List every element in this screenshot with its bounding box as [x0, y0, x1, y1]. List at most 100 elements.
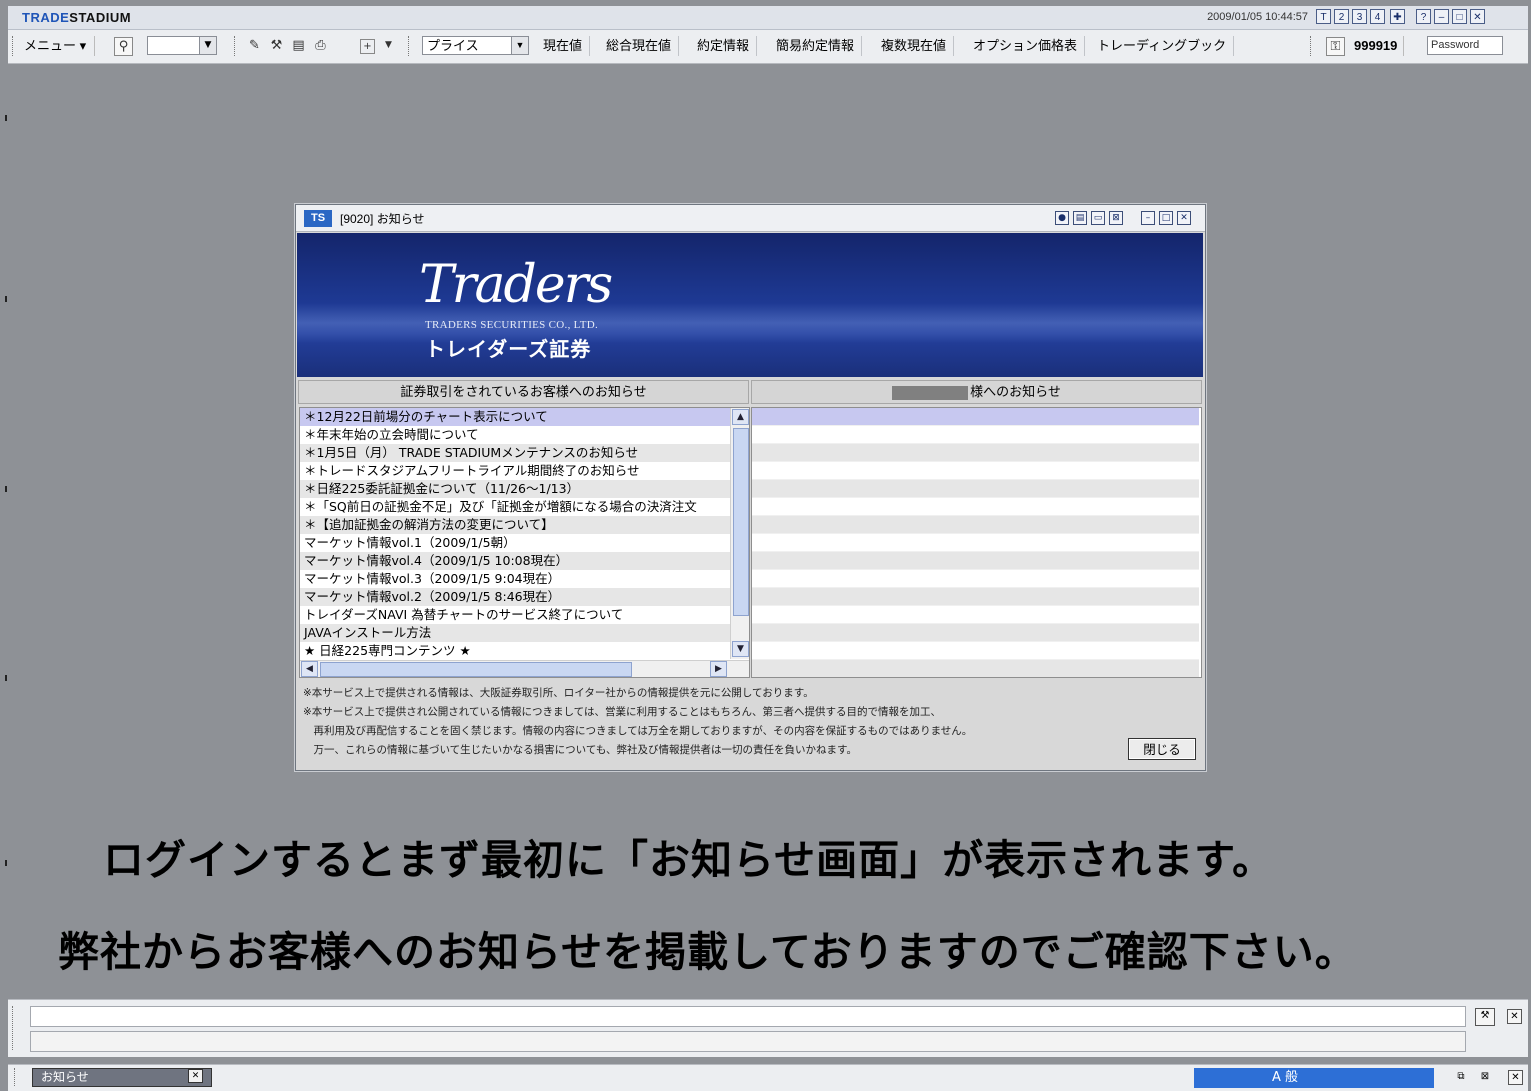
list-item[interactable]: ＊トレードスタジアムフリートライアル期間終了のお知らせ [300, 462, 730, 480]
maximize-icon[interactable]: □ [1452, 9, 1467, 24]
ime-toolbar[interactable]: A 般 [1194, 1068, 1434, 1088]
list-item[interactable] [752, 480, 1199, 498]
dialog-option-icon[interactable]: ● [1055, 211, 1069, 225]
window-layout-button-2[interactable]: 2 [1334, 9, 1349, 24]
code-select[interactable]: ▼ [147, 36, 217, 55]
list-item[interactable] [752, 624, 1199, 642]
toolbar-item-option-table[interactable]: オプション価格表 [966, 36, 1086, 56]
window-layout-button-3[interactable]: 3 [1352, 9, 1367, 24]
list-item[interactable] [752, 552, 1199, 570]
dialog-pin-icon[interactable]: ⊠ [1109, 211, 1123, 225]
minimize-icon[interactable]: – [1434, 9, 1449, 24]
list-item[interactable] [752, 534, 1199, 552]
help-icon[interactable]: ? [1416, 9, 1431, 24]
edge-mark [5, 675, 7, 681]
dialog-close-icon[interactable]: ✕ [1177, 211, 1191, 225]
edit-icon[interactable]: ✎ [246, 37, 263, 54]
list-item[interactable]: トレイダーズNAVI 為替チャートのサービス終了について [300, 606, 730, 624]
window-layout-button-4[interactable]: 4 [1370, 9, 1385, 24]
command-input-2[interactable] [30, 1031, 1466, 1052]
list-item[interactable] [752, 606, 1199, 624]
brand-part2: STADIUM [69, 10, 132, 25]
lock-icon[interactable]: ⚿ [1326, 37, 1345, 56]
toolbar-item-multi-price[interactable]: 複数現在値 [874, 36, 955, 56]
print-icon[interactable]: ⎙ [312, 37, 329, 54]
right-pane-header: 様へのお知らせ [751, 380, 1202, 404]
scroll-down-icon[interactable]: ▼ [732, 641, 749, 657]
taskbar-tab-close-icon[interactable]: ✕ [188, 1069, 203, 1083]
scroll-right-icon[interactable]: ▶ [710, 661, 727, 677]
toolbar-item-current-price[interactable]: 現在値 [536, 36, 591, 56]
list-item[interactable] [752, 408, 1199, 426]
list-item[interactable] [752, 588, 1199, 606]
close-button[interactable]: 閉じる [1128, 738, 1196, 760]
list-item[interactable] [752, 444, 1199, 462]
list-item[interactable]: JAVAインストール方法 [300, 624, 730, 642]
screen-select[interactable]: プライス ▼ [422, 36, 529, 55]
dialog-minimize-icon[interactable]: – [1141, 211, 1155, 225]
tile-icon[interactable]: ✚ [1390, 9, 1405, 24]
list-item[interactable]: マーケット情報vol.3（2009/1/5 9:04現在） [300, 570, 730, 588]
list-item[interactable]: ★ 日経225専門コンテンツ ★ [300, 642, 730, 660]
list-item[interactable] [752, 462, 1199, 480]
horizontal-scrollbar[interactable]: ◀ ▶ [300, 660, 749, 677]
list-item[interactable]: ＊年末年始の立会時間について [300, 426, 730, 444]
save-icon[interactable]: ▤ [290, 37, 307, 54]
scroll-thumb[interactable] [733, 428, 749, 616]
list-item[interactable]: ＊日経225委託証拠金について（11/26〜1/13） [300, 480, 730, 498]
command-input-1[interactable] [30, 1006, 1466, 1027]
dialog-maximize-icon[interactable]: □ [1159, 211, 1173, 225]
disclaimer-line: ※本サービス上で提供される情報は、大阪証券取引所、ロイター社からの情報提供を元に… [303, 687, 814, 699]
list-item[interactable]: ＊1月5日（月） TRADE STADIUMメンテナンスのお知らせ [300, 444, 730, 462]
toolbar-grip [12, 1006, 16, 1050]
restore-icon[interactable]: ⊠ [1476, 1070, 1494, 1085]
company-name-jp: トレイダーズ証券 [425, 337, 592, 361]
menu-button[interactable]: メニュー ▾ [24, 36, 96, 56]
password-field[interactable]: Password [1427, 36, 1503, 55]
close-icon[interactable]: ✕ [1470, 9, 1485, 24]
add-window-icon[interactable]: + [360, 39, 375, 54]
dialog-list-icon[interactable]: ▤ [1073, 211, 1087, 225]
cascade-icon[interactable]: ⧉ [1452, 1070, 1470, 1085]
toolbar-item-execution-info[interactable]: 約定情報 [690, 36, 758, 56]
screen-select-value: プライス [427, 38, 479, 53]
list-item[interactable]: ＊「SQ前日の証拠金不足」及び「証拠金が増額になる場合の決済注文 [300, 498, 730, 516]
vertical-scrollbar[interactable]: ▲ ▼ [730, 408, 749, 659]
scroll-thumb[interactable] [320, 662, 632, 677]
toolbar-item-total-price[interactable]: 総合現在値 [599, 36, 680, 56]
redacted-name [892, 385, 969, 400]
toolbar-item-trading-book[interactable]: トレーディングブック [1090, 36, 1235, 56]
tools-icon[interactable]: ⚒ [1475, 1008, 1495, 1026]
company-banner: Traders TRADERS SECURITIES CO., LTD. トレイ… [297, 233, 1203, 377]
window-layout-button-1[interactable]: T [1316, 9, 1331, 24]
left-pane-header: 証券取引をされているお客様へのお知らせ [298, 380, 749, 404]
list-item[interactable]: ＊【追加証拠金の解消方法の変更について】 [300, 516, 730, 534]
list-item[interactable] [752, 570, 1199, 588]
list-item[interactable]: マーケット情報vol.2（2009/1/5 8:46現在） [300, 588, 730, 606]
search-icon[interactable]: ⚲ [114, 37, 133, 56]
account-number: 999919 [1354, 36, 1405, 56]
scroll-left-icon[interactable]: ◀ [301, 661, 318, 677]
tools-icon[interactable]: ⚒ [268, 37, 285, 54]
dialog-caption: [9020] お知らせ [340, 212, 425, 226]
list-item[interactable] [752, 660, 1199, 677]
dialog-window-icon[interactable]: ▭ [1091, 211, 1105, 225]
list-item[interactable] [752, 498, 1199, 516]
list-item[interactable]: ＊12月22日前場分のチャート表示について [300, 408, 730, 426]
ime-mode: A 般 [1272, 1070, 1299, 1085]
list-item[interactable]: マーケット情報vol.1（2009/1/5朝） [300, 534, 730, 552]
chevron-down-icon[interactable]: ▼ [380, 37, 397, 54]
list-item[interactable] [752, 642, 1199, 660]
brand-part1: TRADE [22, 10, 70, 25]
taskbar-tab-notice[interactable]: お知らせ [32, 1068, 212, 1087]
edge-mark [5, 486, 7, 492]
list-item[interactable]: マーケット情報vol.4（2009/1/5 10:08現在） [300, 552, 730, 570]
toolbar-item-simple-execution[interactable]: 簡易約定情報 [769, 36, 863, 56]
toolbar-grip [234, 36, 238, 56]
list-item[interactable] [752, 426, 1199, 444]
close-icon[interactable]: ✕ [1507, 1009, 1522, 1024]
toolbar-grip [1310, 36, 1314, 56]
list-item[interactable] [752, 516, 1199, 534]
scroll-up-icon[interactable]: ▲ [732, 409, 749, 425]
close-icon[interactable]: ✕ [1508, 1070, 1523, 1085]
